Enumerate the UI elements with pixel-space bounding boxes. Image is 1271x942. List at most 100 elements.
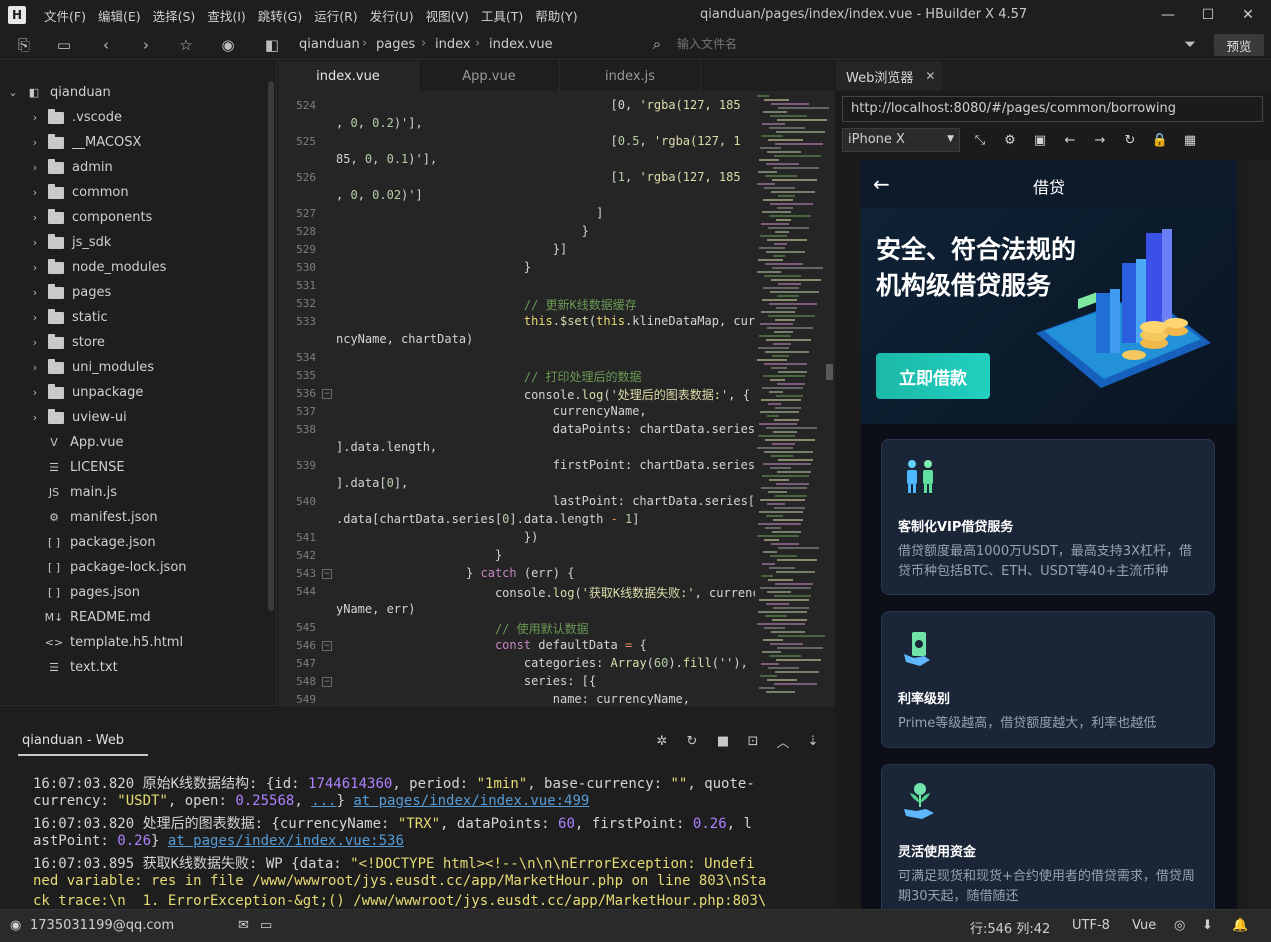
minimap-line <box>757 535 799 537</box>
tree-folder[interactable]: › pages <box>0 280 270 305</box>
tab-index-js[interactable]: index.js <box>560 61 701 91</box>
encoding[interactable]: UTF-8 <box>1072 918 1110 933</box>
refresh-icon[interactable]: ↻ <box>684 733 700 749</box>
breadcrumb-project[interactable]: qianduan <box>299 37 360 52</box>
device-select[interactable]: iPhone X ▼ <box>842 128 960 152</box>
scroll-lock-icon[interactable]: ⇣ <box>805 733 821 749</box>
tree-file[interactable]: M↓ README.md <box>0 605 270 630</box>
save-icon[interactable]: ▭ <box>54 35 74 55</box>
close-icon[interactable]: ✕ <box>1228 0 1268 30</box>
file-search-input[interactable] <box>677 37 1077 51</box>
forward-arrow-icon[interactable]: → <box>1091 131 1109 149</box>
menu-view[interactable]: 视图(V) <box>420 6 475 25</box>
sidebar-scrollbar[interactable] <box>268 81 274 611</box>
menu-goto[interactable]: 跳转(G) <box>252 6 308 25</box>
new-file-icon[interactable]: ⎘ <box>14 35 34 55</box>
stop-icon[interactable]: ■ <box>715 733 731 749</box>
fold-icon[interactable]: − <box>322 569 332 579</box>
menu-run[interactable]: 运行(R) <box>308 6 363 25</box>
tree-folder[interactable]: › common <box>0 180 270 205</box>
tree-folder[interactable]: › admin <box>0 155 270 180</box>
tree-file[interactable]: ☰ LICENSE <box>0 455 270 480</box>
menu-edit[interactable]: 编辑(E) <box>92 6 147 25</box>
rotate-icon[interactable]: ⤡ <box>971 131 989 149</box>
language-mode[interactable]: Vue <box>1132 918 1156 933</box>
console-tab[interactable]: qianduan - Web <box>22 733 124 748</box>
menu-file[interactable]: 文件(F) <box>38 6 92 25</box>
tree-label: uview-ui <box>72 410 127 425</box>
tree-label: .vscode <box>72 110 122 125</box>
tree-label: __MACOSX <box>72 135 142 150</box>
tree-folder[interactable]: › store <box>0 330 270 355</box>
fold-icon[interactable]: − <box>322 641 332 651</box>
back-icon[interactable]: ‹ <box>96 35 116 55</box>
preview-button[interactable]: 预览 <box>1214 34 1264 56</box>
minimap-line <box>765 263 803 265</box>
editor-scrollbar[interactable] <box>826 364 833 380</box>
tree-folder[interactable]: › unpackage <box>0 380 270 405</box>
toolbar: ⎘ ▭ ‹ › ☆ ◉ ◧ qianduan › pages › index ›… <box>0 30 1271 60</box>
tree-folder[interactable]: › uview-ui <box>0 405 270 430</box>
minimap[interactable] <box>755 91 829 705</box>
account-icon[interactable]: ◎ <box>1174 918 1185 933</box>
url-bar[interactable]: http://localhost:8080/#/pages/common/bor… <box>842 96 1263 122</box>
code-editor[interactable]: 524 525 526 527 528 529 530 531 532 533 534 535 536−… <box>278 91 835 705</box>
menu-publish[interactable]: 发行(U) <box>364 6 420 25</box>
fold-icon[interactable]: − <box>322 677 332 687</box>
menu-select[interactable]: 选择(S) <box>147 6 202 25</box>
bug-icon[interactable]: ✲ <box>654 733 670 749</box>
tab-web-browser[interactable]: Web浏览器 ✕ <box>836 61 942 91</box>
lock-icon[interactable]: 🔒 <box>1151 131 1169 149</box>
clear-console-icon[interactable]: ⊡ <box>745 733 761 749</box>
tree-folder[interactable]: › .vscode <box>0 105 270 130</box>
collapse-icon[interactable]: ︿ <box>775 733 791 751</box>
minimap-line <box>778 283 801 285</box>
tree-file[interactable]: ☰ text.txt <box>0 655 270 680</box>
breadcrumb-subfolder[interactable]: index <box>435 37 471 52</box>
tab-app-vue[interactable]: App.vue <box>419 61 560 91</box>
tree-file[interactable]: ⚙ manifest.json <box>0 505 270 530</box>
filter-icon[interactable]: ⏷ <box>1180 34 1200 54</box>
fold-icon[interactable]: − <box>322 389 332 399</box>
cursor-position[interactable]: 行:546 列:42 <box>970 918 1050 937</box>
reload-icon[interactable]: ↻ <box>1121 131 1139 149</box>
terminal-icon[interactable]: ▭ <box>260 918 272 933</box>
breadcrumb-file[interactable]: index.vue <box>489 37 553 52</box>
bell-icon[interactable]: 🔔 <box>1232 918 1248 933</box>
tree-file[interactable]: [ ] package.json <box>0 530 270 555</box>
devtools-icon[interactable]: ▣ <box>1031 131 1049 149</box>
code-line: ].data[0], <box>336 476 409 490</box>
tree-folder[interactable]: › uni_modules <box>0 355 270 380</box>
run-icon[interactable]: ◉ <box>218 35 238 55</box>
mail-icon[interactable]: ✉ <box>238 918 249 933</box>
download-icon[interactable]: ⬇ <box>1202 918 1213 933</box>
tree-folder[interactable]: › node_modules <box>0 255 270 280</box>
back-arrow-icon[interactable]: ← <box>1061 131 1079 149</box>
tab-index-vue[interactable]: index.vue <box>278 61 419 91</box>
tree-file[interactable]: [ ] package-lock.json <box>0 555 270 580</box>
tree-file[interactable]: <> template.h5.html <box>0 630 270 655</box>
breadcrumb-folder[interactable]: pages <box>376 37 415 52</box>
tree-folder[interactable]: › js_sdk <box>0 230 270 255</box>
qr-code-icon[interactable]: ▦ <box>1181 131 1199 149</box>
preview-scrollbar[interactable] <box>1247 160 1271 909</box>
tree-folder[interactable]: › static <box>0 305 270 330</box>
user-account[interactable]: ◉ 1735031199@qq.com <box>10 918 174 933</box>
star-icon[interactable]: ☆ <box>176 35 196 55</box>
menu-help[interactable]: 帮助(Y) <box>529 6 583 25</box>
tree-file[interactable]: [ ] pages.json <box>0 580 270 605</box>
minimize-icon[interactable]: — <box>1148 0 1188 30</box>
tree-folder[interactable]: › __MACOSX <box>0 130 270 155</box>
minimap-line <box>771 543 799 545</box>
tree-root-qianduan[interactable]: ⌄ ◧ qianduan <box>0 80 270 105</box>
menu-find[interactable]: 查找(I) <box>201 6 251 25</box>
tree-folder[interactable]: › components <box>0 205 270 230</box>
menu-tools[interactable]: 工具(T) <box>475 6 529 25</box>
forward-icon[interactable]: › <box>136 35 156 55</box>
tree-file[interactable]: JS main.js <box>0 480 270 505</box>
close-tab-icon[interactable]: ✕ <box>925 69 935 83</box>
maximize-icon[interactable]: ☐ <box>1188 0 1228 30</box>
borrow-now-button[interactable]: 立即借款 <box>876 353 990 399</box>
settings-icon[interactable]: ⚙ <box>1001 131 1019 149</box>
tree-file[interactable]: V App.vue <box>0 430 270 455</box>
